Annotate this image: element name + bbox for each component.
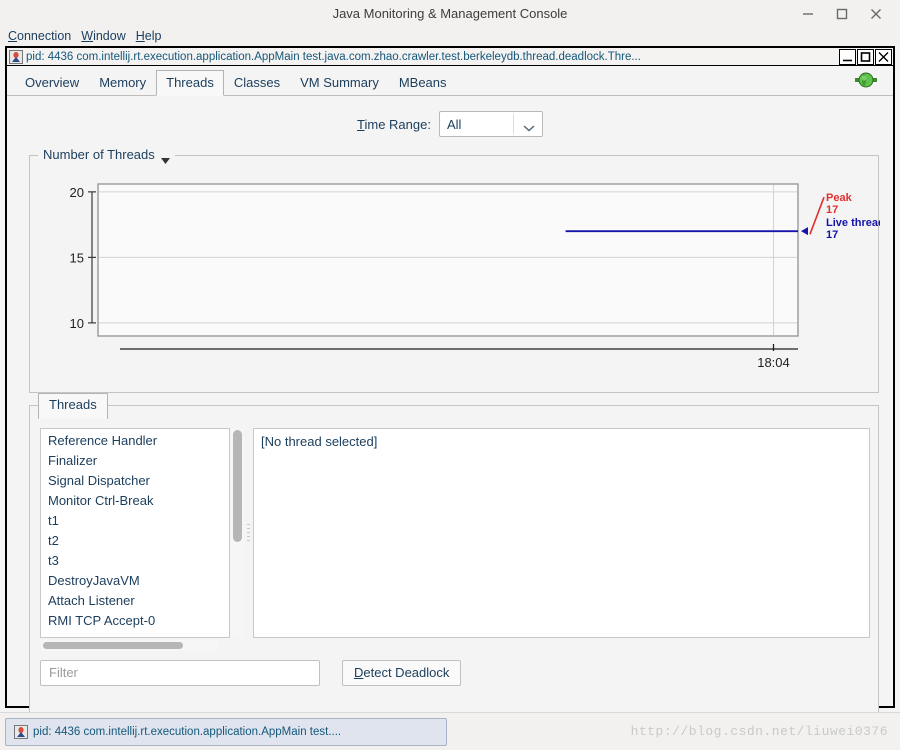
list-item[interactable]: Signal Dispatcher (43, 471, 229, 491)
menu-window-mnemonic: W (81, 29, 94, 43)
time-range-select[interactable]: All (438, 111, 543, 137)
menubar: Connection Window Help (0, 26, 900, 46)
split-grip-icon (247, 524, 250, 542)
window-titlebar: Java Monitoring & Management Console (0, 0, 900, 26)
threads-chart-svg: 20151018:04Peak17Live threads17 (70, 183, 891, 370)
mdi-minimize-icon[interactable] (839, 48, 856, 65)
thread-detail-text: [No thread selected] (261, 434, 378, 449)
thread-list-vertical-scrollbar[interactable] (231, 428, 244, 638)
x-axis-tick-label: 18:04 (757, 355, 790, 370)
mdi-titlebar: pid: 4436 com.intellij.rt.execution.appl… (7, 48, 893, 66)
thread-detail-pane[interactable]: [No thread selected] (253, 428, 870, 638)
close-icon[interactable] (868, 5, 884, 21)
menu-connection-mnemonic: C (8, 29, 18, 43)
menu-connection[interactable]: Connection (3, 28, 76, 44)
menu-help-mnemonic: H (135, 29, 145, 43)
taskbar-window-label: pid: 4436 com.intellij.rt.execution.appl… (33, 725, 342, 738)
legend-peak-value: 17 (826, 204, 838, 216)
threads-tab-content: Time Range: All Number of Threads 20 15 … (7, 97, 893, 750)
maximize-icon[interactable] (834, 5, 850, 21)
list-item[interactable]: DestroyJavaVM (43, 571, 229, 591)
detect-deadlock-mnemonic: D (354, 665, 364, 680)
taskbar-window-button[interactable]: pid: 4436 com.intellij.rt.execution.appl… (5, 717, 447, 746)
tabstrip: Overview Memory Threads Classes VM Summa… (7, 66, 893, 96)
window-controls (800, 0, 894, 26)
combo-divider (512, 114, 514, 134)
series-marker-live-threads (801, 227, 808, 236)
connected-plug-icon (855, 72, 877, 88)
tab-memory[interactable]: Memory (89, 70, 156, 96)
detect-deadlock-label: etect Deadlock (363, 665, 450, 680)
window-title: Java Monitoring & Management Console (332, 5, 568, 21)
list-item[interactable]: t2 (43, 531, 229, 551)
thread-list: Reference Handler Finalizer Signal Dispatc… (41, 429, 229, 631)
threads-panel-tab[interactable]: Threads (38, 393, 108, 419)
menu-connection-label: onnection (17, 29, 72, 43)
legend-live-threads-value: 17 (826, 229, 838, 241)
list-item[interactable]: Finalizer (43, 451, 229, 471)
watermark-text: http://blog.csdn.net/liuwei0376 (630, 724, 888, 739)
tab-threads[interactable]: Threads (156, 70, 224, 96)
taskbar: pid: 4436 com.intellij.rt.execution.appl… (0, 712, 900, 750)
list-item[interactable]: Reference Handler (43, 431, 229, 451)
mdi-title: pid: 4436 com.intellij.rt.execution.appl… (26, 50, 641, 63)
menu-window-label: indow (93, 29, 126, 43)
thread-list-horizontal-scrollbar[interactable] (41, 640, 219, 651)
list-item[interactable]: RMI TCP Accept-0 (43, 611, 229, 631)
java-duke-icon (14, 724, 28, 739)
legend-peak-label: Peak (826, 192, 853, 204)
mdi-window-controls (838, 48, 893, 65)
time-range-value: All (446, 116, 462, 132)
scrollbar-thumb-horizontal[interactable] (43, 642, 183, 649)
plot-area (97, 183, 799, 337)
peak-leader-line (809, 196, 825, 235)
tab-vm-summary[interactable]: VM Summary (290, 70, 389, 96)
mdi-internal-frame: pid: 4436 com.intellij.rt.execution.appl… (5, 46, 895, 750)
threads-panel: Threads Reference Handler Finalizer Signal… (29, 393, 879, 750)
filter-input[interactable]: Filter (40, 660, 320, 686)
list-item[interactable]: t3 (43, 551, 229, 571)
list-item[interactable]: Attach Listener (43, 591, 229, 611)
threads-split-pane: Reference Handler Finalizer Signal Dispatc… (40, 428, 870, 638)
list-item[interactable]: Monitor Ctrl-Break (43, 491, 229, 511)
time-range-label-text: ime Range: (364, 116, 431, 132)
number-of-threads-panel: Number of Threads 20 15 10 18:04 Peak 17 Live … (29, 147, 891, 394)
menu-help[interactable]: Help (131, 28, 167, 44)
y-axis-tick-label: 15 (70, 250, 84, 265)
tab-mbeans[interactable]: MBeans (389, 70, 457, 96)
time-range-label: Time Range: (357, 117, 431, 132)
chevron-down-icon (523, 120, 535, 132)
threads-chart: 20151018:04Peak17Live threads17 (30, 156, 891, 394)
tab-overview[interactable]: Overview (15, 70, 89, 96)
split-divider[interactable] (244, 428, 253, 638)
menu-window[interactable]: Window (76, 28, 130, 44)
list-item[interactable]: t1 (43, 511, 229, 531)
thread-list-pane[interactable]: Reference Handler Finalizer Signal Dispatc… (40, 428, 230, 638)
mdi-maximize-icon[interactable] (857, 48, 874, 65)
detect-deadlock-button[interactable]: Detect Deadlock (342, 660, 462, 686)
y-axis-tick-label: 10 (70, 316, 84, 331)
threads-bottom-controls: Filter Detect Deadlock (40, 658, 860, 688)
legend-live-threads-label: Live threads (826, 217, 880, 229)
menu-help-label: elp (144, 29, 162, 43)
y-axis-tick-label: 20 (70, 185, 84, 200)
jconsole-window: Java Monitoring & Management Console Con… (0, 0, 900, 750)
tab-classes[interactable]: Classes (224, 70, 290, 96)
scrollbar-thumb[interactable] (233, 430, 242, 542)
time-range-row: Time Range: All (7, 111, 893, 137)
minimize-icon[interactable] (800, 5, 816, 21)
mdi-close-icon[interactable] (875, 48, 892, 65)
java-duke-icon (9, 49, 23, 64)
